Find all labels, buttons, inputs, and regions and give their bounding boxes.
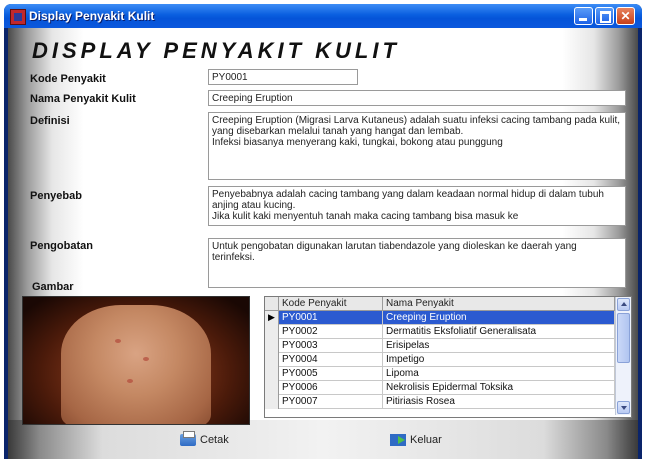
minimize-button[interactable] xyxy=(574,7,593,25)
lesion-mark xyxy=(127,379,133,383)
title-bar[interactable]: Display Penyakit Kulit ✕ xyxy=(4,4,642,28)
grid-corner xyxy=(265,297,279,311)
cetak-button[interactable]: Cetak xyxy=(180,431,250,450)
definisi-label: Definisi xyxy=(30,115,70,127)
penyebab-label: Penyebab xyxy=(30,190,82,202)
row-nama[interactable]: Impetigo xyxy=(383,353,615,366)
column-header-kode[interactable]: Kode Penyakit xyxy=(279,297,383,311)
row-nama[interactable]: Nekrolisis Epidermal Toksika xyxy=(383,381,615,394)
bottom-shade xyxy=(8,420,638,459)
row-kode[interactable]: PY0005 xyxy=(279,367,383,380)
skin-back-image xyxy=(61,305,211,424)
maximize-button[interactable] xyxy=(595,7,614,25)
penyebab-field[interactable]: Penyebabnya adalah cacing tambang yang d… xyxy=(208,186,626,226)
table-row[interactable]: PY0005 Lipoma xyxy=(265,367,615,381)
main-window: Display Penyakit Kulit ✕ DISPLAY PENYAKI… xyxy=(4,4,642,459)
row-header[interactable] xyxy=(265,325,279,339)
lesion-mark xyxy=(143,357,149,361)
window-title: Display Penyakit Kulit xyxy=(29,9,155,23)
row-kode[interactable]: PY0004 xyxy=(279,353,383,366)
row-nama[interactable]: Lipoma xyxy=(383,367,615,380)
table-row[interactable]: PY0003 Erisipelas xyxy=(265,339,615,353)
row-kode[interactable]: PY0003 xyxy=(279,339,383,352)
kode-penyakit-label: Kode Penyakit xyxy=(30,73,106,85)
scroll-up-button[interactable] xyxy=(617,298,630,311)
row-kode[interactable]: PY0007 xyxy=(279,395,383,408)
kode-penyakit-field[interactable]: PY0001 xyxy=(208,69,358,85)
row-header[interactable] xyxy=(265,339,279,353)
gambar-label: Gambar xyxy=(32,281,74,293)
row-nama[interactable]: Dermatitis Eksfoliatif Generalisata xyxy=(383,325,615,338)
row-kode[interactable]: PY0006 xyxy=(279,381,383,394)
scroll-thumb[interactable] xyxy=(617,313,630,363)
table-row[interactable]: PY0002 Dermatitis Eksfoliatif Generalisa… xyxy=(265,325,615,339)
lesion-mark xyxy=(115,339,121,343)
column-header-nama[interactable]: Nama Penyakit xyxy=(383,297,615,311)
grid-vertical-scrollbar[interactable] xyxy=(615,297,631,415)
definisi-field[interactable]: Creeping Eruption (Migrasi Larva Kutaneu… xyxy=(208,112,626,180)
table-row[interactable]: ▶ PY0001 Creeping Eruption xyxy=(265,311,615,325)
row-nama[interactable]: Erisipelas xyxy=(383,339,615,352)
pengobatan-label: Pengobatan xyxy=(30,240,93,252)
row-kode[interactable]: PY0002 xyxy=(279,325,383,338)
printer-icon xyxy=(180,431,196,446)
disease-photo xyxy=(22,296,250,425)
row-nama[interactable]: Pitiriasis Rosea xyxy=(383,395,615,408)
row-header[interactable] xyxy=(265,367,279,381)
table-row[interactable]: PY0006 Nekrolisis Epidermal Toksika xyxy=(265,381,615,395)
row-header[interactable] xyxy=(265,353,279,367)
close-icon: ✕ xyxy=(620,9,631,23)
scroll-down-button[interactable] xyxy=(617,401,630,414)
form-heading: DISPLAY PENYAKIT KULIT xyxy=(32,38,400,63)
nama-penyakit-label: Nama Penyakit Kulit xyxy=(30,93,136,105)
row-nama[interactable]: Creeping Eruption xyxy=(383,311,615,324)
row-indicator-icon: ▶ xyxy=(265,311,279,325)
keluar-label: Keluar xyxy=(410,434,442,446)
exit-door-icon xyxy=(390,434,406,446)
form-client-area: DISPLAY PENYAKIT KULIT Kode Penyakit PY0… xyxy=(8,28,638,459)
nama-penyakit-field[interactable]: Creeping Eruption xyxy=(208,90,626,106)
app-icon xyxy=(10,9,26,25)
close-button[interactable]: ✕ xyxy=(616,7,635,25)
row-kode[interactable]: PY0001 xyxy=(279,311,383,324)
row-header[interactable] xyxy=(265,381,279,395)
table-row[interactable]: PY0004 Impetigo xyxy=(265,353,615,367)
cetak-label: Cetak xyxy=(200,434,229,446)
keluar-button[interactable]: Keluar xyxy=(390,432,460,450)
row-header[interactable] xyxy=(265,395,279,409)
table-row[interactable]: PY0007 Pitiriasis Rosea xyxy=(265,395,615,409)
pengobatan-field[interactable]: Untuk pengobatan digunakan larutan tiabe… xyxy=(208,238,626,288)
disease-grid[interactable]: Kode Penyakit Nama Penyakit ▶ PY0001 Cre… xyxy=(264,296,632,418)
